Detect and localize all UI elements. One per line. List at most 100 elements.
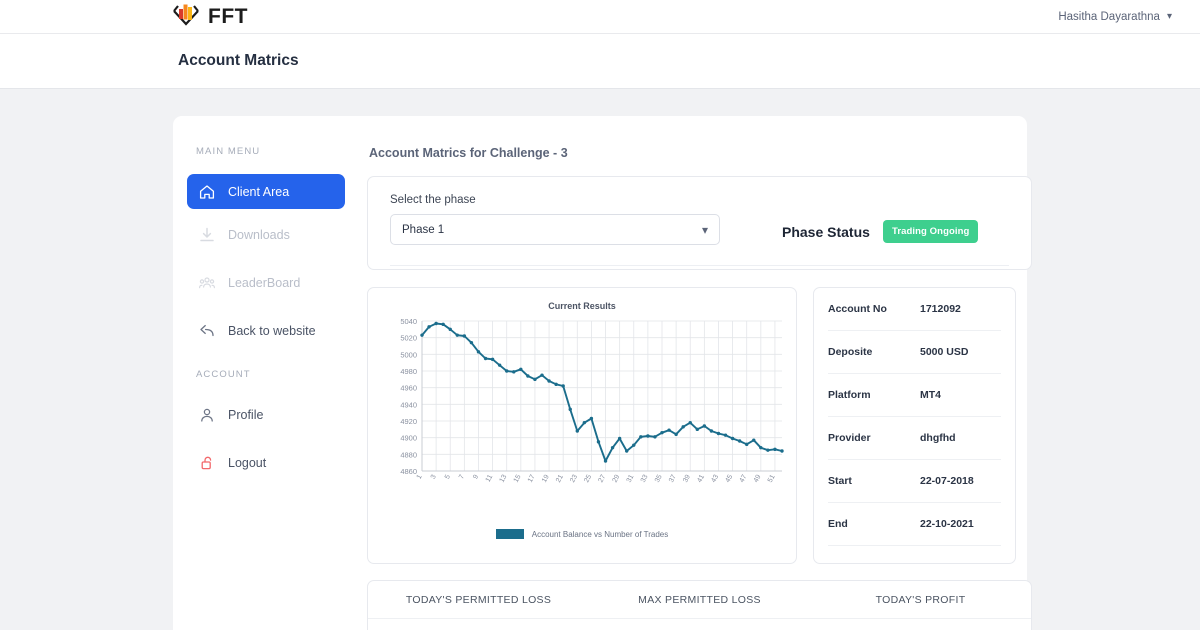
user-menu[interactable]: Hasitha Dayarathna ▾ [1058, 11, 1172, 23]
page-body: MAIN MENU Client Area Downloads LeaderBo… [0, 89, 1200, 630]
brand[interactable]: FFT [173, 2, 248, 32]
svg-text:19: 19 [541, 474, 551, 484]
content-column: Account Matrics for Challenge - 3 Select… [359, 146, 1052, 630]
svg-text:4860: 4860 [400, 467, 417, 476]
sidebar-item-client-area[interactable]: Client Area [187, 174, 345, 209]
stats-panel: TODAY'S PERMITTED LOSS MAX PERMITTED LOS… [367, 580, 1032, 630]
page-title-bar: Account Matrics [0, 34, 1200, 89]
sidebar-item-label: Logout [228, 455, 267, 470]
sidebar-section-main-label: MAIN MENU [196, 146, 261, 157]
svg-text:17: 17 [527, 474, 537, 484]
sidebar-item-back-to-website[interactable]: Back to website [187, 313, 345, 348]
main-card: MAIN MENU Client Area Downloads LeaderBo… [173, 116, 1032, 630]
chart-title: Current Results [548, 301, 616, 311]
info-key: Account No [828, 303, 887, 315]
svg-text:51: 51 [767, 474, 777, 484]
chevron-down-icon: ▾ [1166, 10, 1172, 22]
select-phase-label: Select the phase [390, 194, 476, 206]
stat-header-label: TODAY'S PROFIT [875, 594, 966, 606]
account-info-panel: Account No 1712092 Deposite 5000 USD Pla… [813, 287, 1016, 564]
download-icon [199, 227, 215, 243]
sidebar-item-leaderboard[interactable]: LeaderBoard [187, 265, 345, 300]
svg-text:5000: 5000 [400, 350, 417, 359]
svg-text:43: 43 [710, 474, 720, 484]
svg-text:5020: 5020 [400, 334, 417, 343]
svg-text:11: 11 [485, 474, 495, 484]
svg-text:37: 37 [668, 474, 678, 484]
svg-text:15: 15 [513, 474, 523, 484]
stat-value-cell: -500 USD [589, 619, 810, 630]
svg-text:13: 13 [499, 474, 509, 484]
phase-selector-panel: Select the phase Phase 1 ▾ Phase Status … [367, 176, 1032, 270]
sidebar-item-label: Back to website [228, 323, 316, 338]
svg-text:4900: 4900 [400, 434, 417, 443]
table-row: Start 22-07-2018 [828, 460, 1001, 503]
svg-text:41: 41 [696, 474, 706, 484]
svg-text:21: 21 [555, 474, 565, 484]
unlock-icon [199, 455, 215, 471]
sidebar-item-label: Downloads [228, 227, 290, 242]
info-key: End [828, 518, 848, 530]
info-value: 22-10-2021 [920, 518, 974, 530]
info-value: 1712092 [920, 303, 961, 315]
svg-text:45: 45 [725, 474, 735, 484]
table-row: Platform MT4 [828, 374, 1001, 417]
table-row: Account No 1712092 [828, 288, 1001, 331]
svg-text:4980: 4980 [400, 367, 417, 376]
sidebar-section-account-label: ACCOUNT [196, 369, 251, 380]
brand-name: FFT [208, 4, 248, 28]
info-key: Start [828, 475, 852, 487]
phase-select[interactable]: Phase 1 ▾ [390, 214, 720, 245]
svg-text:4960: 4960 [400, 384, 417, 393]
table-row: End 22-10-2021 [828, 503, 1001, 546]
line-chart: 4860 4880 4900 4920 4940 4960 4980 5000 5020 5040… [400, 317, 784, 484]
svg-text:1: 1 [416, 474, 424, 481]
results-chart-panel: Current Results 4860 4880 4900 4920 4940 4960… [367, 287, 797, 564]
sidebar-item-downloads[interactable]: Downloads [187, 217, 345, 252]
top-navigation-bar: FFT Hasitha Dayarathna ▾ [0, 0, 1200, 34]
svg-text:39: 39 [682, 474, 692, 484]
info-key: Platform [828, 389, 871, 401]
people-group-icon [199, 275, 215, 291]
stat-value: -250 USD [368, 619, 589, 630]
svg-text:25: 25 [583, 474, 593, 484]
stats-header-row: TODAY'S PERMITTED LOSS MAX PERMITTED LOS… [368, 581, 1031, 619]
sidebar: MAIN MENU Client Area Downloads LeaderBo… [173, 146, 359, 630]
info-value: 5000 USD [920, 346, 969, 358]
stat-value: -500 USD [589, 619, 810, 630]
info-value: MT4 [920, 389, 941, 401]
sidebar-item-profile[interactable]: Profile [187, 397, 345, 432]
svg-text:33: 33 [640, 474, 650, 484]
svg-text:23: 23 [569, 474, 579, 484]
info-value: dhgfhd [920, 432, 956, 444]
stat-value: 0 USD [810, 619, 1031, 630]
table-row: Deposite 5000 USD [828, 331, 1001, 374]
user-icon [199, 407, 215, 423]
home-icon [199, 184, 215, 200]
sidebar-item-label: LeaderBoard [228, 275, 301, 290]
table-row: Provider dhgfhd [828, 417, 1001, 460]
legend-color-swatch [495, 529, 524, 539]
stat-value-cell: -250 USD [368, 619, 589, 630]
svg-text:4940: 4940 [400, 400, 417, 409]
svg-text:5: 5 [444, 474, 452, 481]
sidebar-item-label: Profile [228, 407, 264, 422]
stat-header-cell: MAX PERMITTED LOSS [589, 581, 810, 618]
svg-text:5040: 5040 [400, 317, 417, 326]
stat-header-label: MAX PERMITTED LOSS [638, 594, 761, 606]
svg-text:7: 7 [458, 474, 466, 481]
fft-diamond-bars-logo [173, 2, 199, 32]
sidebar-item-logout[interactable]: Logout [187, 445, 345, 480]
svg-text:47: 47 [739, 474, 749, 484]
stat-header-label: TODAY'S PERMITTED LOSS [405, 594, 552, 606]
svg-text:4920: 4920 [400, 417, 417, 426]
page-title: Account Matrics [178, 52, 299, 69]
stats-value-row: -250 USD -500 USD 0 USD [368, 619, 1031, 630]
metrics-row: Current Results 4860 4880 4900 4920 4940 4960… [367, 287, 1032, 564]
phase-status-label: Phase Status [782, 223, 870, 240]
content-heading: Account Matrics for Challenge - 3 [369, 146, 568, 160]
svg-text:27: 27 [597, 474, 607, 484]
svg-text:9: 9 [472, 474, 480, 481]
phase-select-value: Phase 1 [402, 223, 445, 236]
chart-plot-area: 4860 4880 4900 4920 4940 4960 4980 5000 5020 5040… [376, 315, 788, 515]
